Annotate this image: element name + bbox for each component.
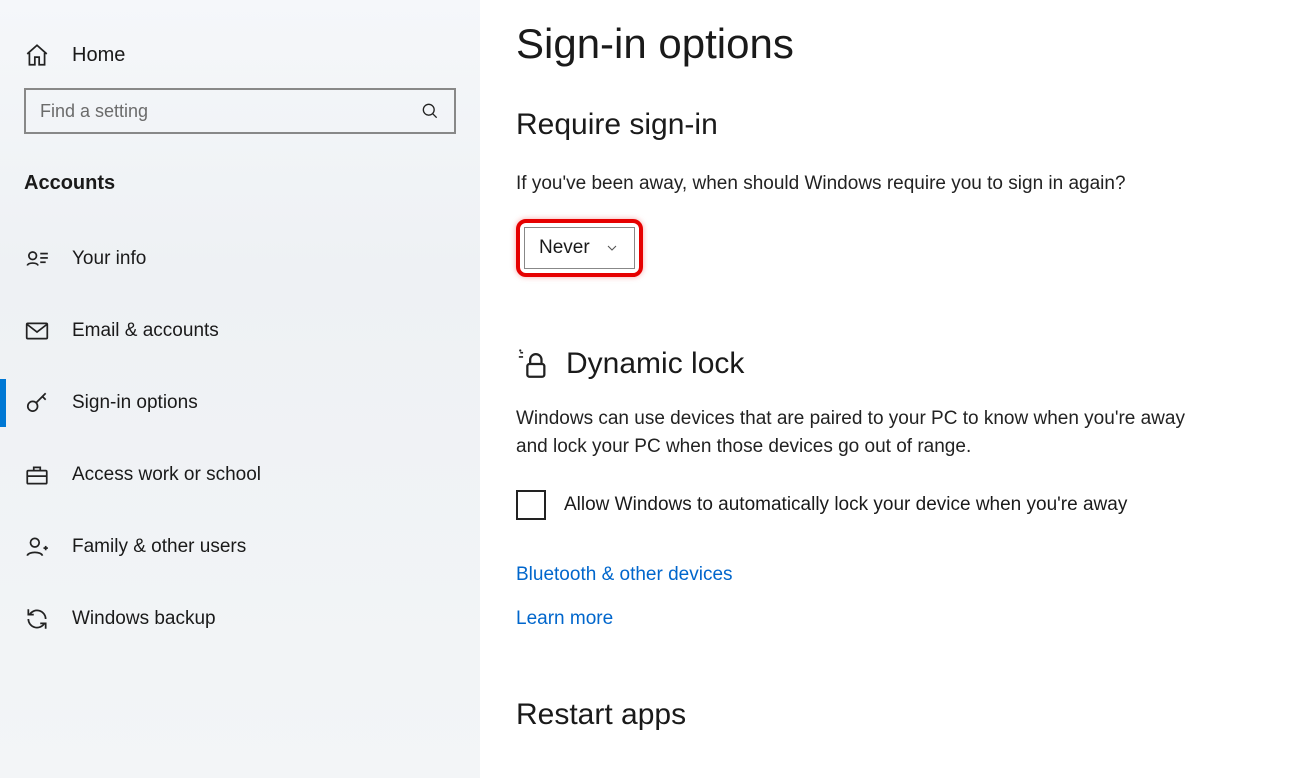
sidebar-item-signin-options[interactable]: Sign-in options [0, 367, 480, 439]
sidebar-item-label: Your info [72, 248, 146, 270]
dynamic-lock-checkbox-label: Allow Windows to automatically lock your… [564, 494, 1127, 516]
link-bluetooth-devices[interactable]: Bluetooth & other devices [516, 564, 1267, 586]
dynamic-lock-description: Windows can use devices that are paired … [516, 405, 1216, 462]
sync-icon [24, 606, 50, 632]
search-icon [420, 101, 440, 121]
home-icon [24, 42, 50, 68]
settings-sidebar: Home Accounts Your info Email & accounts… [0, 0, 480, 778]
sidebar-section-accounts: Accounts [0, 162, 480, 223]
sidebar-item-email-accounts[interactable]: Email & accounts [0, 295, 480, 367]
home-label: Home [72, 44, 125, 67]
sidebar-item-your-info[interactable]: Your info [0, 223, 480, 295]
dynamic-lock-checkbox-row[interactable]: Allow Windows to automatically lock your… [516, 490, 1267, 520]
dynamic-lock-checkbox[interactable] [516, 490, 546, 520]
restart-apps-heading: Restart apps [516, 698, 1267, 732]
link-learn-more[interactable]: Learn more [516, 608, 1267, 630]
person-add-icon [24, 534, 50, 560]
dynamic-lock-heading: Dynamic lock [566, 347, 744, 381]
main-content: Sign-in options Require sign-in If you'v… [480, 0, 1307, 778]
dropdown-value: Never [539, 237, 590, 259]
sidebar-item-label: Sign-in options [72, 392, 198, 414]
sidebar-item-label: Email & accounts [72, 320, 219, 342]
key-icon [24, 390, 50, 416]
require-signin-description: If you've been away, when should Windows… [516, 170, 1216, 199]
briefcase-icon [24, 462, 50, 488]
dynamic-lock-icon [516, 347, 550, 381]
chevron-down-icon [604, 240, 620, 256]
search-input-container[interactable] [24, 88, 456, 134]
sidebar-item-label: Windows backup [72, 608, 216, 630]
sidebar-item-home[interactable]: Home [0, 30, 480, 88]
mail-icon [24, 318, 50, 344]
page-title: Sign-in options [516, 20, 1267, 68]
person-card-icon [24, 246, 50, 272]
sidebar-item-windows-backup[interactable]: Windows backup [0, 583, 480, 655]
sidebar-item-family-users[interactable]: Family & other users [0, 511, 480, 583]
sidebar-item-label: Family & other users [72, 536, 246, 558]
annotation-highlight: Never [516, 219, 643, 277]
search-input[interactable] [40, 101, 420, 122]
sidebar-item-access-work-school[interactable]: Access work or school [0, 439, 480, 511]
sidebar-item-label: Access work or school [72, 464, 261, 486]
require-signin-heading: Require sign-in [516, 108, 1267, 142]
require-signin-dropdown[interactable]: Never [524, 227, 635, 269]
